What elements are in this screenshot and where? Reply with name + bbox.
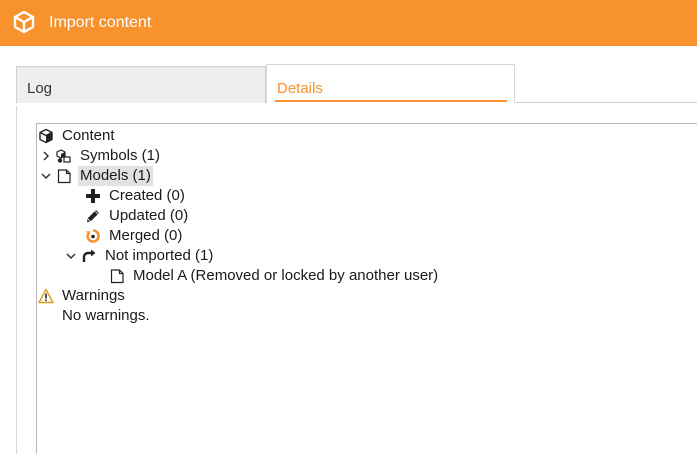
document-icon (110, 269, 124, 284)
pencil-icon (87, 210, 99, 222)
active-tab-indicator (275, 100, 507, 102)
tree-node-updated[interactable]: Updated (0) (85, 206, 190, 226)
tree-label-not-imported: Not imported (1) (105, 247, 214, 264)
tree-label-created: Created (0) (109, 187, 185, 204)
tree-label-content: Content (62, 127, 115, 144)
chevron-right-icon[interactable] (40, 150, 52, 162)
tab-details[interactable]: Details (266, 64, 515, 103)
no-warnings-text: No warnings. (60, 306, 152, 326)
tree-label-warnings: Warnings (62, 287, 125, 304)
tree-node-merged[interactable]: Merged (0) (85, 226, 184, 246)
tab-log[interactable]: Log (16, 66, 266, 103)
chevron-down-icon[interactable] (40, 170, 52, 182)
redo-arrow-icon (82, 249, 96, 262)
tree-label-model-a: Model A (Removed or locked by another us… (133, 267, 439, 284)
tree-node-content[interactable]: Content (38, 126, 117, 146)
symbols-icon (56, 149, 71, 163)
tab-baseline (515, 102, 697, 103)
tree-node-created[interactable]: Created (0) (85, 186, 187, 206)
title-bar: Import content (0, 0, 697, 46)
tree-label-symbols: Symbols (1) (80, 147, 161, 164)
tab-details-label: Details (277, 80, 323, 97)
merge-icon (86, 229, 100, 243)
tab-bar: Log Details (0, 46, 697, 106)
tree-node-model-a[interactable]: Model A (Removed or locked by another us… (109, 266, 440, 286)
window-title: Import content (49, 14, 152, 31)
details-panel: Content Symbols (1) Models (1) Created (… (16, 106, 697, 454)
tree-node-models[interactable]: Models (1) (40, 166, 153, 186)
document-icon (57, 169, 71, 184)
chevron-down-icon[interactable] (65, 250, 77, 262)
plus-icon (86, 189, 100, 203)
content-tree[interactable]: Content Symbols (1) Models (1) Created (… (36, 123, 697, 454)
tree-label-no-warnings: No warnings. (62, 307, 150, 324)
cube-logo-icon (13, 10, 35, 34)
cube-icon (39, 128, 53, 144)
tree-node-symbols[interactable]: Symbols (1) (40, 146, 162, 166)
tree-label-models: Models (1) (78, 166, 153, 186)
tree-label-merged: Merged (0) (109, 227, 183, 244)
tree-label-updated: Updated (0) (109, 207, 189, 224)
tree-node-warnings[interactable]: Warnings (38, 286, 127, 306)
tree-node-not-imported[interactable]: Not imported (1) (65, 246, 215, 266)
warning-icon (38, 288, 54, 304)
tab-log-label: Log (27, 80, 53, 97)
